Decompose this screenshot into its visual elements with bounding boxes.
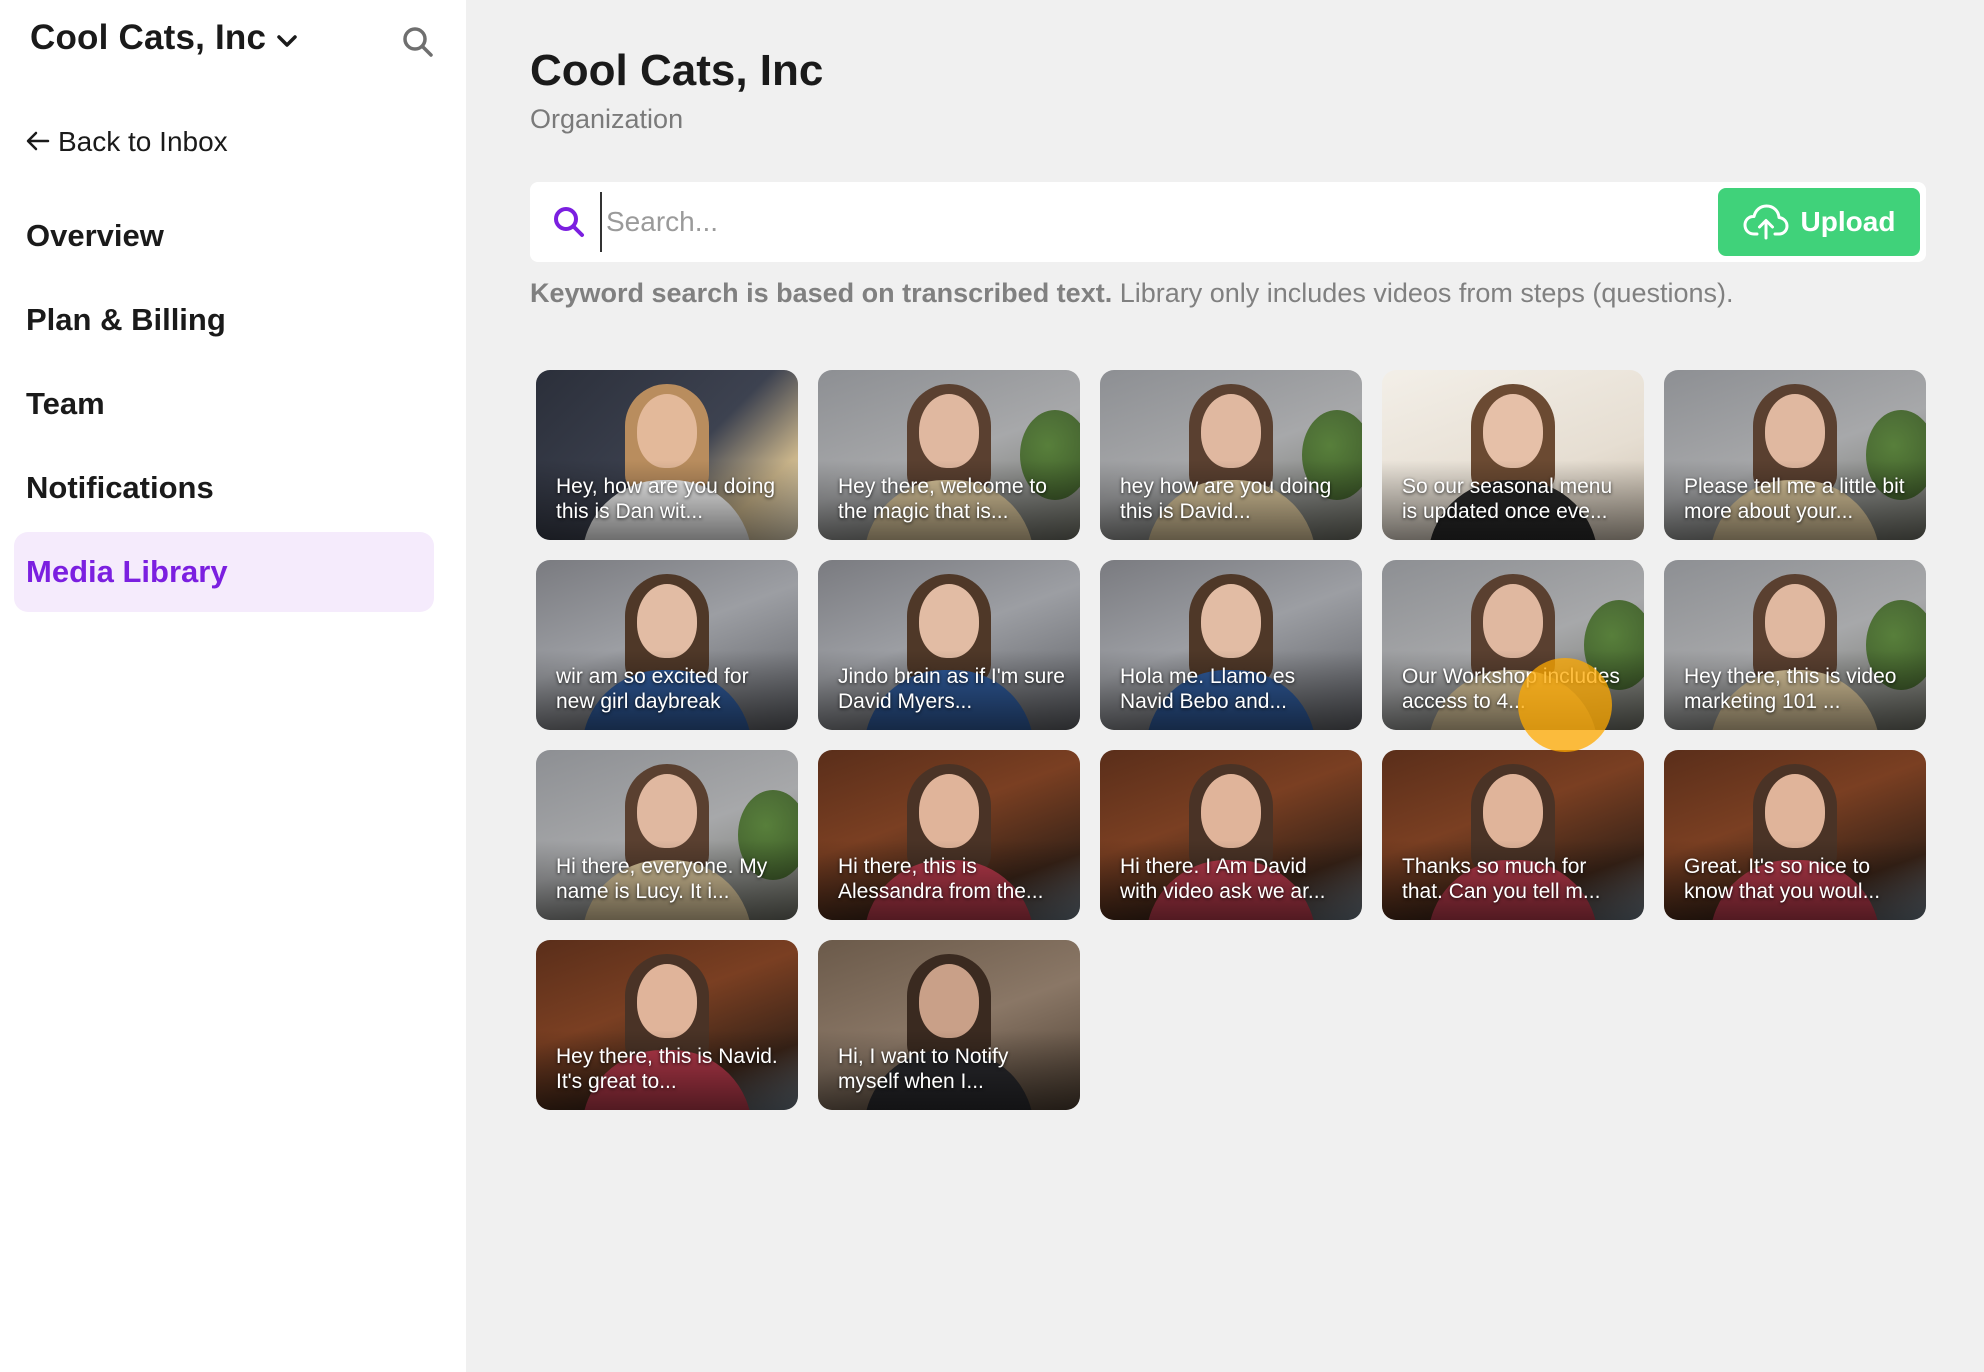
person-face [1765, 394, 1825, 468]
video-tile[interactable]: Thanks so much for that. Can you tell m.… [1382, 750, 1644, 920]
page-title: Cool Cats, Inc [530, 46, 824, 95]
video-tile[interactable]: Hey, how are you doing this is Dan wit..… [536, 370, 798, 540]
video-tile[interactable]: Jindo brain as if I'm sure David Myers..… [818, 560, 1080, 730]
person-face [637, 394, 697, 468]
video-tile[interactable]: Hey there, this is Navid. It's great to.… [536, 940, 798, 1110]
person-face [919, 584, 979, 658]
video-tile[interactable]: Hey there, this is video marketing 101 .… [1664, 560, 1926, 730]
video-tile[interactable]: Hi there, this is Alessandra from the... [818, 750, 1080, 920]
settings-nav: Overview Plan & Billing Team Notificatio… [14, 196, 434, 616]
org-switcher[interactable]: Cool Cats, Inc [30, 18, 298, 58]
cloud-upload-icon [1743, 202, 1789, 242]
person-face [919, 964, 979, 1038]
video-caption: Thanks so much for that. Can you tell m.… [1402, 855, 1601, 903]
video-tile[interactable]: Please tell me a little bit more about y… [1664, 370, 1926, 540]
person-face [1483, 584, 1543, 658]
arrow-left-icon [26, 128, 50, 156]
video-caption: Hola me. Llamo es Navid Bebo and... [1120, 665, 1296, 713]
media-search-bar: Upload [530, 182, 1926, 262]
nav-item-media-library[interactable]: Media Library [14, 532, 434, 612]
search-icon [552, 205, 586, 239]
nav-item-notifications[interactable]: Notifications [14, 448, 434, 528]
video-tile[interactable]: So our seasonal menu is updated once eve… [1382, 370, 1644, 540]
video-tile[interactable]: Hi there. I Am David with video ask we a… [1100, 750, 1362, 920]
media-search-input[interactable] [600, 192, 1718, 252]
video-caption: Jindo brain as if I'm sure David Myers..… [838, 665, 1065, 713]
person-face [919, 774, 979, 848]
org-name: Cool Cats, Inc [30, 18, 267, 57]
video-tile[interactable]: hey how are you doing this is David... [1100, 370, 1362, 540]
person-face [1765, 584, 1825, 658]
person-face [1483, 774, 1543, 848]
video-caption: Please tell me a little bit more about y… [1684, 475, 1905, 523]
video-caption: Hey there, this is Navid. It's great to.… [556, 1045, 778, 1093]
video-tile[interactable]: Our Workshop includes access to 4... [1382, 560, 1644, 730]
video-caption: Hey there, welcome to the magic that is.… [838, 475, 1047, 523]
nav-item-overview[interactable]: Overview [14, 196, 434, 276]
search-hint-bold: Keyword search is based on transcribed t… [530, 278, 1113, 308]
video-caption: Hi there, this is Alessandra from the... [838, 855, 1044, 903]
person-face [1201, 394, 1261, 468]
main-content: Cool Cats, Inc Organization Upload Keywo… [466, 0, 1984, 1372]
video-caption: Great. It's so nice to know that you wou… [1684, 855, 1881, 903]
nav-item-team[interactable]: Team [14, 364, 434, 444]
media-grid: Hey, how are you doing this is Dan wit..… [536, 370, 1926, 1110]
video-caption: Hey there, this is video marketing 101 .… [1684, 665, 1897, 713]
search-icon[interactable] [400, 24, 436, 60]
video-tile[interactable]: Hi, I want to Notify myself when I... [818, 940, 1080, 1110]
person-face [919, 394, 979, 468]
search-hint-rest: Library only includes videos from steps … [1112, 278, 1734, 308]
video-tile[interactable]: Great. It's so nice to know that you wou… [1664, 750, 1926, 920]
person-face [1765, 774, 1825, 848]
back-to-inbox-link[interactable]: Back to Inbox [26, 126, 228, 158]
video-tile[interactable]: wir am so excited for new girl daybreak [536, 560, 798, 730]
video-caption: Our Workshop includes access to 4... [1402, 665, 1620, 713]
video-tile[interactable]: Hola me. Llamo es Navid Bebo and... [1100, 560, 1362, 730]
video-tile[interactable]: Hi there, everyone. My name is Lucy. It … [536, 750, 798, 920]
video-caption: Hi, I want to Notify myself when I... [838, 1045, 1009, 1093]
video-caption: wir am so excited for new girl daybreak [556, 665, 749, 713]
nav-item-plan-billing[interactable]: Plan & Billing [14, 280, 434, 360]
video-tile[interactable]: Hey there, welcome to the magic that is.… [818, 370, 1080, 540]
person-face [1201, 584, 1261, 658]
person-face [1201, 774, 1261, 848]
sidebar: Cool Cats, Inc Back to Inbox Overview Pl… [0, 0, 466, 1372]
search-hint: Keyword search is based on transcribed t… [530, 278, 1733, 309]
person-face [1483, 394, 1543, 468]
back-to-inbox-label: Back to Inbox [58, 126, 228, 157]
person-face [637, 584, 697, 658]
page-subtitle: Organization [530, 104, 684, 134]
video-caption: hey how are you doing this is David... [1120, 475, 1332, 523]
upload-button[interactable]: Upload [1718, 188, 1920, 256]
video-caption: So our seasonal menu is updated once eve… [1402, 475, 1613, 523]
person-face [637, 964, 697, 1038]
upload-label: Upload [1800, 206, 1896, 237]
chevron-down-icon [276, 30, 298, 52]
person-face [637, 774, 697, 848]
video-caption: Hey, how are you doing this is Dan wit..… [556, 475, 776, 523]
video-caption: Hi there, everyone. My name is Lucy. It … [556, 855, 768, 903]
video-caption: Hi there. I Am David with video ask we a… [1120, 855, 1326, 903]
